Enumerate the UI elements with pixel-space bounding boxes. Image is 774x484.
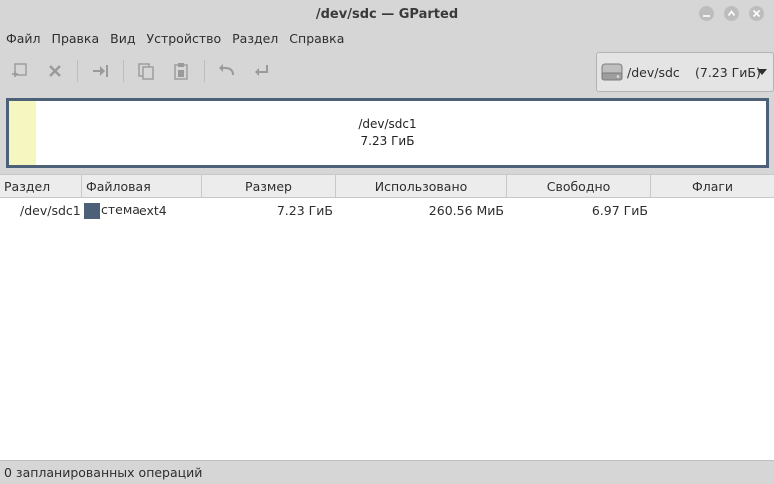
minimize-icon xyxy=(703,15,710,17)
title-bar: /dev/sdc — GParted xyxy=(0,0,774,28)
resize-move-icon xyxy=(93,65,108,77)
delete-button[interactable] xyxy=(43,59,67,83)
undo-icon xyxy=(219,64,234,76)
device-selector[interactable]: /dev/sdc (7.23 ГиБ) xyxy=(596,52,774,92)
menu-file[interactable]: Файл xyxy=(6,31,41,46)
column-header-partition[interactable]: Раздел xyxy=(0,175,82,198)
menu-partition[interactable]: Раздел xyxy=(232,31,278,46)
cell-size: 7.23 ГиБ xyxy=(276,203,333,218)
graph-partition-size: 7.23 ГиБ xyxy=(360,134,415,148)
partition-graph[interactable]: /dev/sdc1 7.23 ГиБ xyxy=(6,98,769,168)
status-bar: 0 запланированных операций xyxy=(0,460,774,484)
window-title: /dev/sdc — GParted xyxy=(315,6,459,22)
column-header-flags[interactable]: Флаги xyxy=(651,175,774,198)
table-row[interactable]: /dev/sdc1 ext4 7.23 ГиБ 260.56 МиБ 6.97 … xyxy=(0,200,774,222)
partition-used-space xyxy=(9,101,37,165)
column-header-size[interactable]: Размер xyxy=(202,175,336,198)
column-header-free[interactable]: Свободно xyxy=(507,175,651,198)
close-button[interactable] xyxy=(749,6,764,21)
toolbar-separator xyxy=(77,60,78,82)
menu-edit[interactable]: Правка xyxy=(52,31,100,46)
close-icon xyxy=(752,9,761,18)
copy-button[interactable] xyxy=(134,59,158,83)
window-controls xyxy=(699,6,764,21)
menu-help[interactable]: Справка xyxy=(289,31,344,46)
new-partition-icon xyxy=(12,63,27,77)
resize-move-button[interactable] xyxy=(89,59,113,83)
column-header-used[interactable]: Использовано xyxy=(336,175,507,198)
partition-table: Раздел Файловая система Размер Использов… xyxy=(0,174,774,460)
graph-partition-name: /dev/sdc1 xyxy=(358,117,417,131)
hard-disk-icon xyxy=(601,63,623,81)
cell-free: 6.97 ГиБ xyxy=(591,203,648,218)
delete-icon xyxy=(49,65,61,77)
cell-used: 260.56 МиБ xyxy=(428,203,504,218)
new-partition-button[interactable] xyxy=(8,59,32,83)
apply-icon xyxy=(255,65,268,76)
maximize-icon xyxy=(727,10,736,16)
menu-device[interactable]: Устройство xyxy=(146,31,221,46)
menu-bar: Файл Правка Вид Устройство Раздел Справк… xyxy=(0,28,774,48)
table-header: Раздел Файловая система Размер Использов… xyxy=(0,174,774,217)
filesystem-color-swatch xyxy=(84,203,100,219)
paste-button[interactable] xyxy=(169,59,193,83)
maximize-button[interactable] xyxy=(724,6,739,21)
column-header-filesystem[interactable]: Файловая система xyxy=(82,175,202,217)
device-size: (7.23 ГиБ) xyxy=(695,64,761,80)
cell-partition: /dev/sdc1 xyxy=(20,203,81,218)
cell-filesystem: ext4 xyxy=(139,203,167,218)
gparted-window: /dev/sdc — GParted Файл Правка Вид Устро… xyxy=(0,0,774,484)
device-name: /dev/sdc xyxy=(627,64,680,80)
paste-icon xyxy=(174,63,188,80)
minimize-button[interactable] xyxy=(699,6,714,21)
copy-icon xyxy=(138,63,154,80)
chevron-down-icon xyxy=(757,69,767,75)
toolbar-separator xyxy=(204,60,205,82)
undo-button[interactable] xyxy=(215,59,239,83)
menu-view[interactable]: Вид xyxy=(110,31,135,46)
apply-button[interactable] xyxy=(250,59,274,83)
status-text: 0 запланированных операций xyxy=(4,465,203,480)
toolbar-separator xyxy=(123,60,124,82)
